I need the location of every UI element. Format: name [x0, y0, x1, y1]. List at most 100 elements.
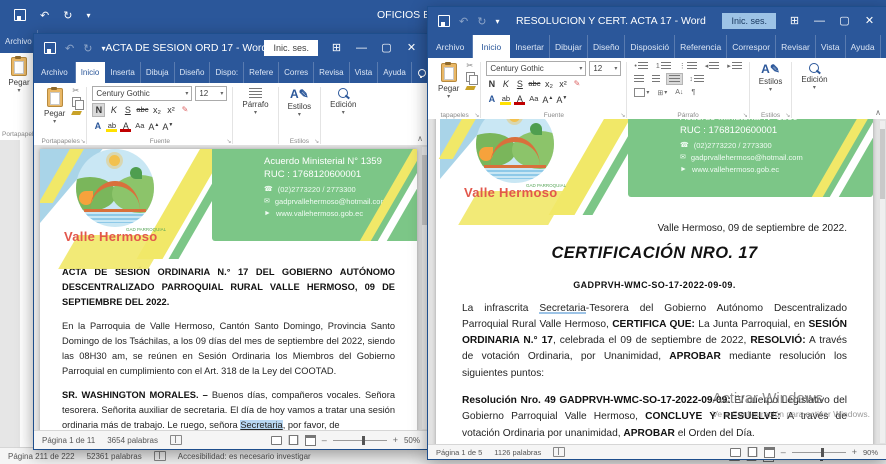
save-icon[interactable]	[44, 42, 56, 54]
proofing-errors-icon[interactable]	[553, 447, 565, 457]
superscript-button[interactable]: x²	[557, 78, 568, 90]
print-layout-button[interactable]	[288, 435, 299, 445]
read-mode-button[interactable]	[730, 447, 741, 457]
page-indicator[interactable]: Página 211 de 222	[8, 452, 75, 461]
scrollbar-thumb[interactable]	[880, 129, 885, 199]
tab-dibujar[interactable]: Dibuja	[141, 62, 175, 83]
tell-me-button[interactable]: ¿Qué des	[881, 35, 886, 58]
tab-revisar[interactable]: Revisar	[776, 35, 816, 58]
web-layout-button[interactable]	[305, 435, 316, 445]
tab-revisar[interactable]: Revisa	[314, 62, 349, 83]
tab-vista[interactable]: Vista	[816, 35, 846, 58]
document-area-acta[interactable]: Valle Hermoso GAD PARROQUIAL Acuerdo Min…	[34, 145, 428, 431]
shrink-font-button[interactable]: A▼	[556, 92, 567, 106]
paste-button[interactable]: Pegar ▾	[40, 86, 69, 126]
minimize-button[interactable]: —	[807, 7, 832, 35]
clear-formatting-icon[interactable]: ✎	[179, 104, 190, 116]
cut-icon[interactable]: ✂	[466, 61, 475, 70]
vertical-scrollbar[interactable]	[880, 121, 885, 443]
print-layout-button[interactable]	[747, 447, 758, 457]
font-dialog-launcher[interactable]: ↘	[226, 138, 231, 145]
save-icon[interactable]	[14, 9, 26, 21]
zoom-in-icon[interactable]: +	[393, 435, 398, 445]
zoom-level[interactable]: 50%	[404, 436, 420, 445]
font-name-combobox[interactable]: Century Gothic▾	[486, 61, 586, 76]
decrease-indent-button[interactable]: ◂	[703, 61, 722, 71]
grow-font-button[interactable]: A▲	[542, 92, 553, 106]
paragraph-dialog-launcher[interactable]: ↘	[743, 112, 748, 119]
strikethrough-button[interactable]: abc	[528, 78, 540, 90]
font-color-button[interactable]: A	[514, 93, 525, 105]
show-formatting-marks-button[interactable]: ¶	[689, 88, 697, 97]
italic-button[interactable]: K	[500, 78, 511, 90]
tab-correspondencia[interactable]: Correspor	[727, 35, 776, 58]
read-mode-button[interactable]	[271, 435, 282, 445]
font-dialog-launcher[interactable]: ↘	[620, 112, 625, 119]
accessibility-status[interactable]: Accesibilidad: es necesario investigar	[178, 452, 311, 461]
increase-indent-button[interactable]: ▸	[725, 61, 744, 71]
numbering-button[interactable]: 1	[654, 61, 673, 71]
undo-icon[interactable]: ↶	[40, 9, 49, 22]
borders-button[interactable]: ⊞▾	[655, 88, 669, 98]
shrink-font-button[interactable]: A▼	[162, 119, 173, 133]
minimize-button[interactable]: —	[349, 34, 374, 62]
zoom-slider-thumb[interactable]	[821, 448, 824, 457]
tab-diseno[interactable]: Diseño	[588, 35, 625, 58]
save-icon[interactable]	[438, 15, 450, 27]
document-page-acta[interactable]: Valle Hermoso GAD PARROQUIAL Acuerdo Min…	[40, 149, 417, 431]
styles-button[interactable]: A✎ Estilos ▾	[284, 86, 316, 119]
ribbon-display-options-icon[interactable]: ⊞	[324, 34, 349, 62]
zoom-in-icon[interactable]: +	[852, 447, 857, 457]
close-button[interactable]: ✕	[399, 34, 424, 62]
styles-dialog-launcher[interactable]: ↘	[314, 138, 319, 145]
zoom-out-icon[interactable]: –	[322, 435, 327, 445]
sign-in-button[interactable]: Inic. ses.	[722, 13, 776, 29]
paste-button[interactable]: Pegar ▾	[434, 61, 463, 101]
tab-vista[interactable]: Vista	[350, 62, 379, 83]
bold-button[interactable]: N	[486, 78, 497, 90]
font-name-combobox[interactable]: Century Gothic▾	[92, 86, 192, 101]
strikethrough-button[interactable]: abc	[136, 104, 148, 116]
clipboard-dialog-launcher[interactable]: ↘	[474, 112, 479, 119]
font-color-button[interactable]: A	[120, 120, 131, 132]
tab-disposicion[interactable]: Disposició	[625, 35, 675, 58]
bold-button[interactable]: N	[92, 103, 105, 117]
tab-referencias[interactable]: Refere	[244, 62, 279, 83]
tab-insertar[interactable]: Insertar	[510, 35, 550, 58]
web-layout-button[interactable]	[764, 447, 775, 457]
maximize-button[interactable]: ▢	[374, 34, 399, 62]
align-center-button[interactable]	[650, 74, 662, 84]
shading-button[interactable]: ▾	[632, 87, 651, 98]
font-size-combobox[interactable]: 12▾	[589, 61, 621, 76]
align-left-button[interactable]	[632, 74, 646, 84]
tab-referencias[interactable]: Referencia	[675, 35, 727, 58]
word-count[interactable]: 52361 palabras	[87, 452, 142, 461]
undo-icon[interactable]: ↶	[65, 42, 74, 55]
page-indicator[interactable]: Página 1 de 5	[436, 448, 482, 457]
zoom-out-icon[interactable]: –	[781, 447, 786, 457]
maximize-button[interactable]: ▢	[832, 7, 857, 35]
tab-ayuda[interactable]: Ayuda	[846, 35, 881, 58]
tab-insertar[interactable]: Inserta	[105, 62, 140, 83]
highlight-color-button[interactable]: ab	[500, 93, 511, 105]
collapse-ribbon-icon[interactable]: ∧	[875, 108, 881, 117]
format-painter-icon[interactable]	[71, 111, 82, 115]
italic-button[interactable]: K	[108, 104, 119, 116]
tab-diseno[interactable]: Diseño	[175, 62, 211, 83]
redo-icon[interactable]: ↻	[477, 15, 486, 28]
font-size-combobox[interactable]: 12▾	[195, 86, 227, 101]
bullets-button[interactable]: •	[632, 61, 649, 71]
format-painter-icon[interactable]	[465, 86, 476, 90]
clipboard-dialog-launcher[interactable]: ↘	[80, 138, 85, 145]
copy-icon[interactable]	[466, 72, 475, 82]
collapse-ribbon-icon[interactable]: ∧	[417, 134, 423, 143]
close-button[interactable]: ✕	[857, 7, 882, 35]
editing-button[interactable]: Edición ▾	[326, 86, 360, 117]
cut-icon[interactable]: ✂	[72, 86, 81, 95]
redo-icon[interactable]: ↻	[63, 9, 72, 22]
grow-font-button[interactable]: A▲	[148, 119, 159, 133]
styles-dialog-launcher[interactable]: ↘	[785, 112, 790, 119]
tab-dibujar[interactable]: Dibujar	[550, 35, 588, 58]
text-effects-button[interactable]: A	[486, 93, 497, 105]
paragraph-button[interactable]: Párrafo ▾	[238, 86, 272, 117]
